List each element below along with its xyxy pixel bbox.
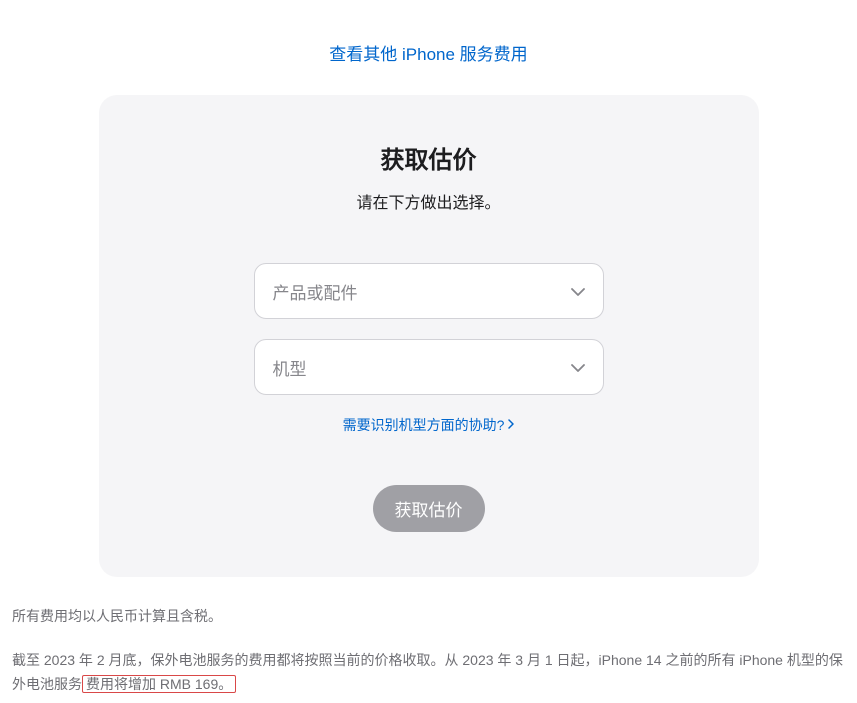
identify-model-help-link[interactable]: 需要识别机型方面的协助? — [343, 415, 515, 435]
product-select[interactable]: 产品或配件 — [254, 263, 604, 319]
footnotes-section: 所有费用均以人民币计算且含税。 截至 2023 年 2 月底，保外电池服务的费用… — [10, 605, 847, 696]
card-title: 获取估价 — [139, 140, 719, 175]
highlighted-price-increase: 费用将增加 RMB 169。 — [82, 675, 236, 693]
product-select-placeholder: 产品或配件 — [273, 279, 358, 304]
chevron-right-icon — [508, 419, 514, 432]
card-subtitle: 请在下方做出选择。 — [139, 189, 719, 213]
chevron-down-icon — [571, 357, 585, 377]
model-select-placeholder: 机型 — [273, 355, 307, 380]
model-select[interactable]: 机型 — [254, 339, 604, 395]
get-estimate-button[interactable]: 获取估价 — [373, 485, 485, 532]
chevron-down-icon — [571, 281, 585, 301]
product-select-wrapper: 产品或配件 — [254, 263, 604, 319]
other-services-link[interactable]: 查看其他 iPhone 服务费用 — [329, 45, 527, 64]
estimate-card: 获取估价 请在下方做出选择。 产品或配件 机型 — [99, 95, 759, 577]
help-link-container: 需要识别机型方面的协助? — [139, 415, 719, 435]
help-link-text: 需要识别机型方面的协助? — [343, 415, 505, 435]
footnote-price-notice: 截至 2023 年 2 月底，保外电池服务的费用都将按照当前的价格收取。从 20… — [12, 649, 845, 697]
top-link-container: 查看其他 iPhone 服务费用 — [10, 40, 847, 65]
model-select-wrapper: 机型 — [254, 339, 604, 395]
page-container: 查看其他 iPhone 服务费用 获取估价 请在下方做出选择。 产品或配件 机型 — [0, 40, 857, 696]
footnote-currency: 所有费用均以人民币计算且含税。 — [12, 605, 845, 629]
